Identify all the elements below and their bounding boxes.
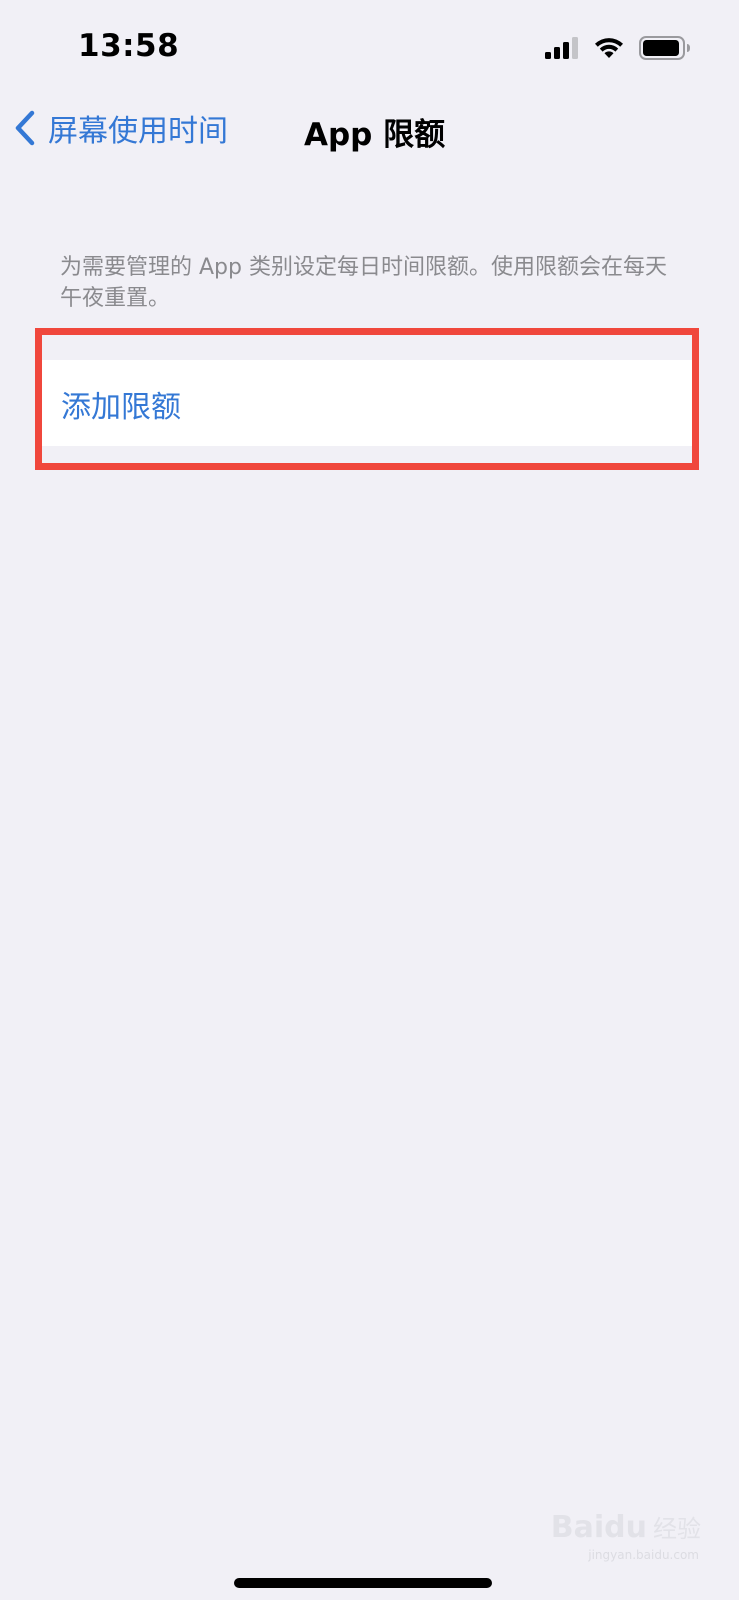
watermark: Baidu 经验 bbox=[551, 1512, 701, 1544]
status-bar: 13:58 bbox=[0, 0, 739, 96]
watermark-cn: 经验 bbox=[653, 1515, 701, 1543]
status-time: 13:58 bbox=[78, 28, 180, 64]
wifi-icon bbox=[595, 38, 623, 58]
highlight-annotation-box bbox=[35, 328, 699, 470]
section-description: 为需要管理的 App 类别设定每日时间限额。使用限额会在每天午夜重置。 bbox=[60, 255, 667, 311]
page-title: App 限额 bbox=[304, 117, 446, 153]
navigation-bar: 屏幕使用时间 App 限额 bbox=[0, 96, 739, 164]
back-button-label: 屏幕使用时间 bbox=[48, 114, 228, 149]
chevron-left-icon bbox=[15, 110, 35, 146]
status-icons bbox=[545, 34, 691, 62]
watermark-brand: Baidu bbox=[550, 1510, 647, 1545]
back-button[interactable]: 屏幕使用时间 bbox=[14, 108, 228, 149]
watermark-url: jingyan.baidu.com bbox=[588, 1548, 699, 1562]
cellular-signal-icon bbox=[545, 37, 578, 59]
battery-icon bbox=[639, 36, 690, 60]
home-indicator[interactable] bbox=[234, 1578, 492, 1588]
